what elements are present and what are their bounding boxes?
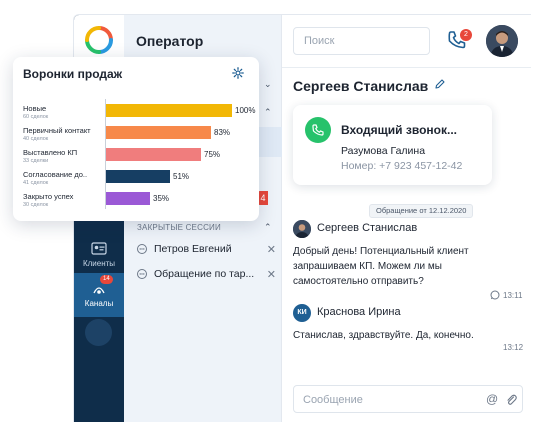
- message-text: Добрый день! Потенциальный клиент запраш…: [293, 246, 469, 287]
- chat-bubble-icon: [137, 244, 147, 254]
- funnel-stage-count: 40 сделок: [23, 136, 49, 142]
- calls-badge: 2: [460, 29, 472, 41]
- closed-session-name: Петров Евгений: [154, 243, 232, 255]
- rail-item-clients[interactable]: Клиенты: [74, 233, 124, 277]
- attachment-icon[interactable]: [505, 393, 517, 407]
- collapse-closed-sessions-icon[interactable]: ⌃: [264, 222, 272, 233]
- contact-name: Сергеев Станислав: [293, 78, 429, 94]
- funnel-stage-percent: 75%: [204, 150, 221, 159]
- search-input[interactable]: Поиск: [293, 27, 430, 55]
- edit-pencil-icon[interactable]: [434, 78, 446, 90]
- funnel-stage-bar[interactable]: [106, 148, 201, 161]
- funnel-stage-name: Первичный контакт: [23, 126, 91, 135]
- channels-badge: 14: [100, 275, 113, 284]
- rail-item-clients-label: Клиенты: [82, 259, 116, 268]
- id-card-icon: [91, 242, 107, 255]
- gear-icon[interactable]: [232, 67, 244, 79]
- funnel-stage-percent: 100%: [235, 106, 256, 115]
- message-placeholder: Сообщение: [303, 394, 363, 406]
- funnel-stage-count: 41 сделок: [23, 180, 49, 186]
- rail-item-channels-label: Каналы: [84, 299, 114, 308]
- logo-icon: [85, 26, 113, 54]
- user-avatar-icon: [486, 25, 518, 57]
- incoming-call-card[interactable]: Входящий звонок... Разумова Галина Номер…: [293, 105, 492, 185]
- funnel-stage-name: Новые: [23, 104, 47, 113]
- funnel-stage-count: 33 сделки: [23, 158, 49, 164]
- message-time: 13:12: [503, 343, 524, 352]
- user-status-avatar[interactable]: [85, 319, 112, 346]
- funnel-stage-percent: 51%: [173, 172, 190, 181]
- mention-icon[interactable]: @: [486, 392, 498, 406]
- funnel-stage-bar[interactable]: [106, 170, 170, 183]
- avatar[interactable]: [486, 25, 518, 57]
- message-author: Сергеев Станислав: [317, 222, 418, 234]
- avatar: КИ: [293, 304, 311, 322]
- message-input[interactable]: Сообщение @: [293, 385, 523, 413]
- chat-bubble-icon: [137, 269, 147, 279]
- chevron-down-icon[interactable]: ⌄: [264, 79, 272, 90]
- header-divider: [282, 67, 531, 68]
- funnel-stage-bar[interactable]: [106, 104, 232, 117]
- funnel-stage-percent: 35%: [153, 194, 170, 203]
- session-date-chip: Обращение от 12.12.2020: [369, 204, 474, 218]
- closed-session-name: Обращение по тар...: [154, 268, 255, 280]
- funnel-stage-count: 30 сделок: [23, 202, 49, 208]
- whatsapp-icon: [490, 290, 500, 300]
- sales-funnel-card: Воронки продаж Новые 60 сделок 100% Первичн…: [13, 57, 259, 221]
- funnel-stage-bar[interactable]: [106, 126, 211, 139]
- caller-number: Номер: +7 923 457-12-42: [341, 160, 463, 172]
- funnel-stage-name: Согласование до..: [23, 170, 88, 179]
- incoming-call-title: Входящий звонок...: [341, 123, 457, 137]
- unread-count-tab: 4: [258, 191, 268, 205]
- channels-icon: [93, 287, 105, 294]
- call-accept-icon[interactable]: [305, 117, 331, 143]
- closed-session-item[interactable]: Петров Евгений ✕: [136, 239, 276, 259]
- user-avatar-icon: [293, 220, 311, 238]
- chat-panel: Поиск 2 Сергеев Станислав Входящий звоно…: [282, 15, 531, 422]
- rail-item-channels[interactable]: 14 Каналы: [74, 273, 124, 317]
- funnel-stage-count: 60 сделок: [23, 114, 49, 120]
- avatar: [293, 220, 311, 238]
- message-author: Краснова Ирина: [317, 306, 401, 318]
- caller-name: Разумова Галина: [341, 145, 426, 157]
- funnel-stage-name: Выставлено КП: [23, 148, 78, 157]
- funnel-title: Воронки продаж: [23, 67, 123, 81]
- funnel-stage-percent: 83%: [214, 128, 231, 137]
- closed-sessions-heading: ЗАКРЫТЫЕ СЕССИИ: [137, 223, 221, 232]
- funnel-stage-bar[interactable]: [106, 192, 150, 205]
- funnel-stage-name: Закрыто успех: [23, 192, 74, 201]
- close-icon[interactable]: ✕: [267, 243, 276, 256]
- message-text: Станислав, здравствуйте. Да, конечно.: [293, 330, 474, 341]
- chevron-up-icon[interactable]: ⌃: [264, 107, 272, 118]
- close-icon[interactable]: ✕: [267, 268, 276, 281]
- phone-handset-icon: [312, 124, 324, 136]
- message-time: 13:11: [503, 291, 523, 300]
- closed-session-item[interactable]: Обращение по тар... ✕: [136, 264, 276, 284]
- app-title: Оператор: [136, 33, 204, 49]
